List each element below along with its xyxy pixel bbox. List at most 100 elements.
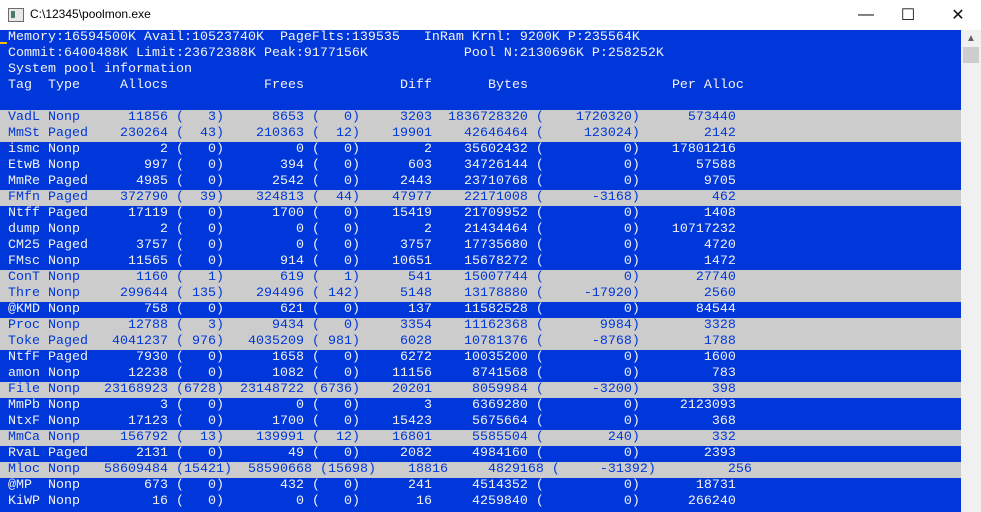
per-alloc-cell: 332 [639,430,736,445]
column-header-frees: Frees [263,78,304,93]
title-bar: C:\12345\poolmon.exe — ☐ ✕ [0,0,981,30]
allocs-delta-cell: ( 0) [167,478,224,493]
frees-cell: 139991 [223,430,304,445]
type-cell: Nonp [48,398,88,413]
per-alloc-cell: 1472 [639,254,736,269]
commit-summary-line: Commit:6400488K Limit:23672388K Peak:917… [8,46,664,61]
frees-delta-cell: ( 0) [303,254,360,269]
frees-delta-cell: ( 0) [303,142,360,157]
minimize-button[interactable]: — [843,0,889,30]
per-alloc-cell: 84544 [639,302,736,317]
per-alloc-cell: 4720 [639,238,736,253]
frees-cell: 324813 [223,190,304,205]
table-row: MmSt Paged 230264 ( 43) 210363 ( 12) 199… [0,126,961,142]
table-row: RvaL Paged 2131 ( 0) 49 ( 0) 2082 498416… [0,446,961,462]
tag-cell: FMfn [8,190,40,205]
diff-cell: 241 [359,478,432,493]
tag-cell: File [8,382,40,397]
type-cell: Nonp [48,414,88,429]
bytes-cell: 10781376 [431,334,528,349]
allocs-cell: 758 [88,302,168,317]
tag-cell: Thre [8,286,40,301]
bytes-delta-cell: ( 240) [527,430,640,445]
bytes-delta-cell: ( -31392) [543,462,656,477]
table-row: NtfF Paged 7930 ( 0) 1658 ( 0) 6272 1003… [0,350,961,366]
bytes-cell: 13178880 [431,286,528,301]
bytes-cell: 5585504 [431,430,528,445]
bytes-cell: 22171008 [431,190,528,205]
tag-cell: CM25 [8,238,40,253]
bytes-delta-cell: ( 0) [527,478,640,493]
diff-cell: 3757 [359,238,432,253]
bytes-cell: 4259840 [431,494,528,509]
allocs-delta-cell: ( 0) [167,350,224,365]
diff-cell: 19901 [359,126,432,141]
bytes-cell: 4984160 [431,446,528,461]
console-app-icon[interactable] [8,8,24,22]
allocs-cell: 673 [88,478,168,493]
frees-cell: 9434 [223,318,304,333]
frees-cell: 0 [223,142,304,157]
scroll-up-arrow-icon[interactable]: ▲ [961,30,981,47]
diff-cell: 16 [359,494,432,509]
per-alloc-cell: 1600 [639,350,736,365]
table-row: @MP Nonp 673 ( 0) 432 ( 0) 241 4514352 (… [0,478,961,494]
type-cell: Nonp [48,222,88,237]
allocs-cell: 12238 [88,366,168,381]
column-header-row: Tag Type Allocs Frees Diff Bytes Per All… [0,78,961,94]
tag-cell: Proc [8,318,40,333]
column-header-per-alloc: Per Alloc [671,78,744,93]
maximize-button[interactable]: ☐ [885,0,931,30]
tag-cell: ConT [8,270,40,285]
diff-cell: 18816 [375,462,448,477]
frees-cell: 2542 [223,174,304,189]
diff-cell: 541 [359,270,432,285]
type-cell: Nonp [48,270,88,285]
frees-cell: 914 [223,254,304,269]
frees-cell: 58590668 [231,462,312,477]
allocs-cell: 2 [88,142,168,157]
type-cell: Paged [48,174,88,189]
bytes-cell: 11582528 [431,302,528,317]
bytes-delta-cell: ( 0) [527,366,640,381]
allocs-cell: 11856 [88,110,168,125]
allocs-delta-cell: ( 0) [167,446,224,461]
tag-cell: VadL [8,110,40,125]
allocs-delta-cell: ( 0) [167,222,224,237]
frees-cell: 1700 [223,206,304,221]
allocs-delta-cell: ( 0) [167,238,224,253]
table-row: ConT Nonp 1160 ( 1) 619 ( 1) 541 1500774… [0,270,961,286]
column-header-tag: Tag [8,78,32,93]
bytes-cell: 34726144 [431,158,528,173]
allocs-delta-cell: ( 39) [167,190,224,205]
frees-cell: 49 [223,446,304,461]
allocs-cell: 16 [88,494,168,509]
tag-cell: @MP [8,478,40,493]
scrollbar-thumb[interactable] [963,47,979,63]
frees-delta-cell: ( 0) [303,478,360,493]
frees-cell: 619 [223,270,304,285]
console-output[interactable]: Memory:16594500K Avail:10523740K PageFlt… [0,30,961,512]
vertical-scrollbar[interactable]: ▲ [961,30,981,512]
diff-cell: 6272 [359,350,432,365]
bytes-delta-cell: ( 0) [527,302,640,317]
frees-delta-cell: ( 0) [303,302,360,317]
frees-delta-cell: ( 981) [303,334,360,349]
bytes-cell: 23710768 [431,174,528,189]
diff-cell: 2 [359,222,432,237]
close-button[interactable]: ✕ [935,0,981,30]
table-row: KiWP Nonp 16 ( 0) 0 ( 0) 16 4259840 ( 0)… [0,494,961,510]
frees-delta-cell: ( 0) [303,174,360,189]
allocs-delta-cell: ( 1) [167,270,224,285]
type-cell: Nonp [48,462,88,477]
per-alloc-cell: 18731 [639,478,736,493]
